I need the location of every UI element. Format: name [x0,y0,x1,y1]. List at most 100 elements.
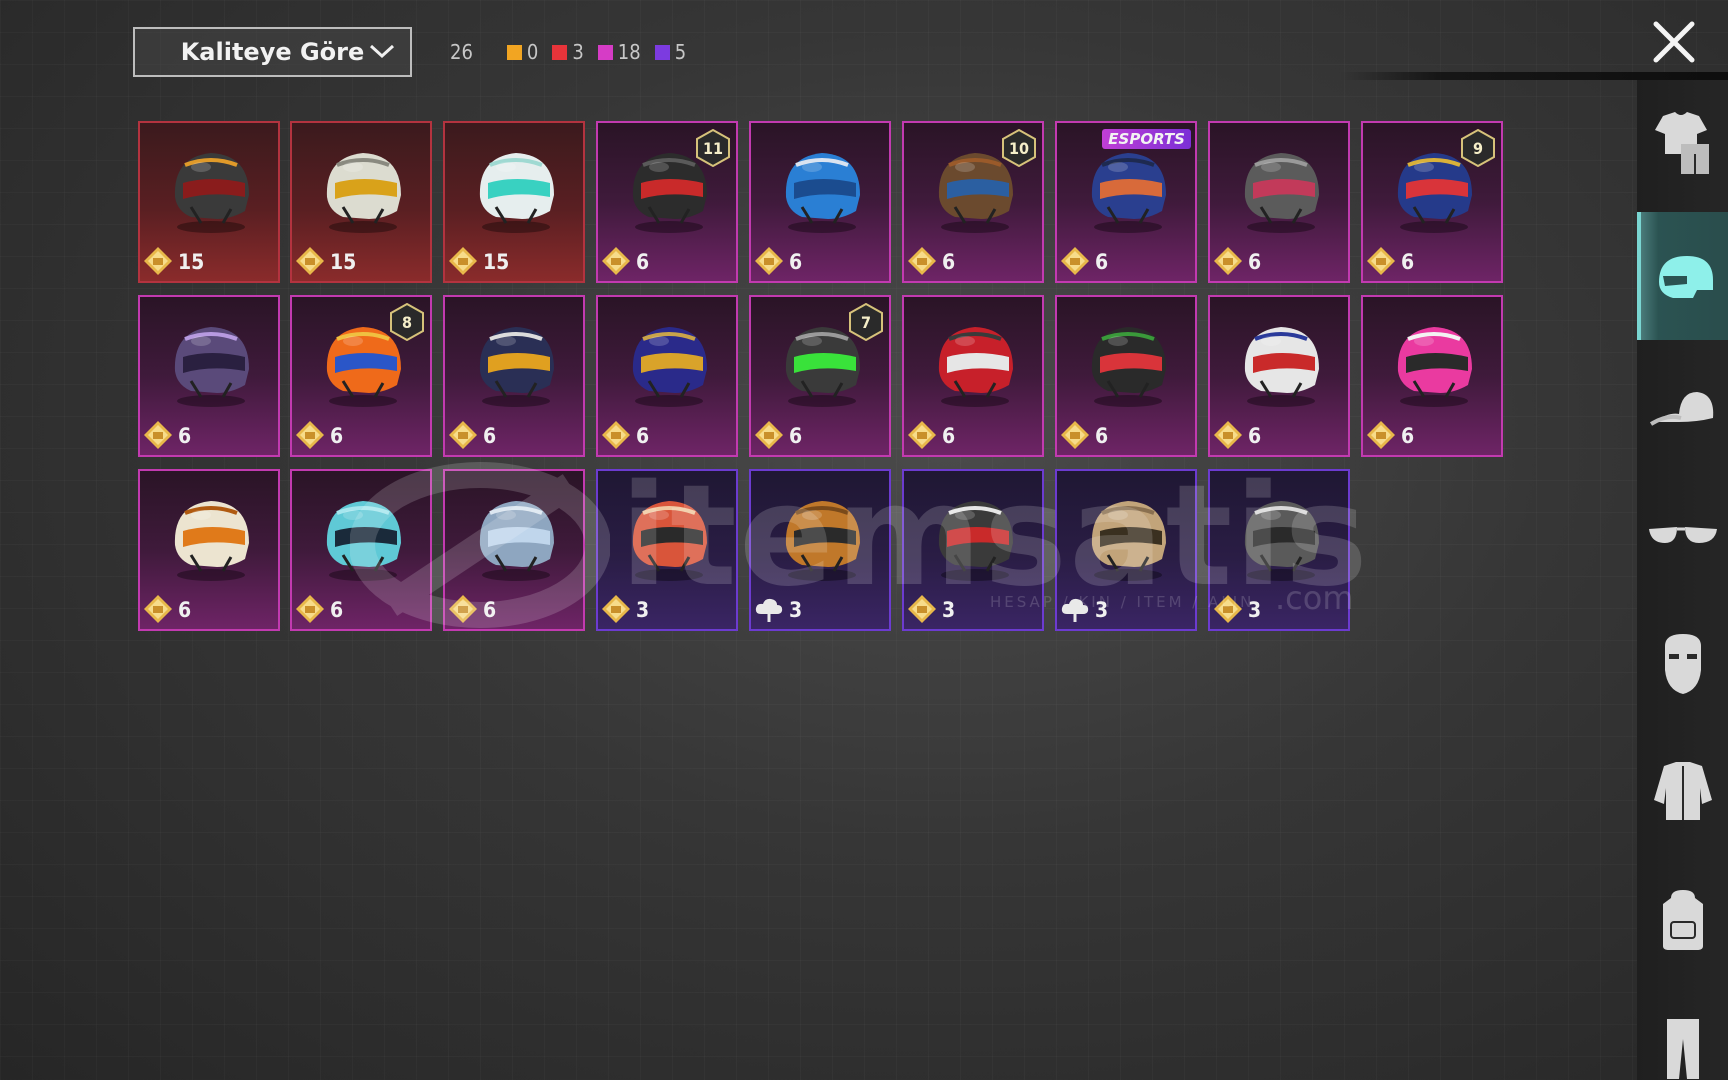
helmet-art-icon [326,153,401,233]
level-number: 9 [1472,138,1483,158]
close-icon[interactable] [1650,18,1698,66]
inventory-item[interactable]: 3 [902,469,1044,631]
helmet-art-icon [632,327,707,407]
coin-icon [1061,247,1089,275]
item-value: 6 [1248,424,1262,448]
item-value: 6 [1401,250,1415,274]
tab-glasses[interactable] [1637,472,1728,600]
item-value: 6 [942,424,956,448]
tab-backpack[interactable] [1637,856,1728,984]
inventory-item[interactable]: 6 [138,295,280,457]
inventory-item[interactable]: 3 [596,469,738,631]
rarity-swatch [597,44,613,60]
inventory-item[interactable]: 6 11 [596,121,738,283]
inventory-item[interactable]: 3 [1208,469,1350,631]
item-value: 6 [1095,250,1109,274]
coin-icon [449,595,477,623]
coin-icon [449,247,477,275]
rarity-count: 0 [506,40,539,64]
item-value: 6 [942,250,956,274]
item-value: 6 [1248,250,1262,274]
level-number: 11 [702,138,724,158]
pants-icon [1666,1019,1699,1079]
inventory-item[interactable]: 6 10 [902,121,1044,283]
helmet-art-icon [174,501,249,581]
item-value: 6 [178,424,192,448]
helmet-art-icon [479,501,554,581]
rarity-swatch [552,44,568,60]
inventory-item[interactable]: 6 [290,469,432,631]
helmet-art-icon [785,501,860,581]
inventory-item[interactable]: 6 [902,295,1044,457]
coin-icon [1367,421,1395,449]
header-divider [1340,72,1728,80]
coin-icon [602,421,630,449]
inventory-item[interactable]: 6 ESPORTS [1055,121,1197,283]
level-number: 10 [1008,138,1030,158]
helmet-art-icon [479,153,554,233]
inventory-item[interactable]: 3 [749,469,891,631]
inventory-item[interactable]: 6 [443,295,585,457]
inventory-item[interactable]: 6 [1055,295,1197,457]
tab-hat[interactable] [1637,344,1728,472]
item-value: 6 [330,598,344,622]
inventory-item[interactable]: 6 [1361,295,1503,457]
coin-icon [1214,595,1242,623]
helmet-art-icon [785,153,860,233]
rarity-swatch [506,44,522,60]
item-value: 6 [636,250,650,274]
item-value: 3 [942,598,956,622]
item-value: 6 [483,424,497,448]
inventory-item[interactable]: 6 [596,295,738,457]
item-value: 15 [178,250,205,274]
helmet-art-icon [632,501,707,581]
inventory-item[interactable]: 6 8 [290,295,432,457]
item-value: 6 [789,250,803,274]
tab-jacket[interactable] [1637,728,1728,856]
cloud-icon [1061,598,1089,622]
coin-icon [602,595,630,623]
inventory-item[interactable]: 6 [1208,295,1350,457]
coin-icon [144,247,172,275]
rarity-count: 3 [552,40,584,64]
inventory-item[interactable]: 6 [443,469,585,631]
inventory-item[interactable]: 6 9 [1361,121,1503,283]
helmet-art-icon [479,327,554,407]
helmet-art-icon [1244,501,1319,581]
tab-helmet[interactable] [1637,212,1728,340]
coin-icon [908,247,936,275]
tab-outfit[interactable] [1637,80,1728,208]
item-value: 3 [636,598,650,622]
item-value: 6 [483,598,497,622]
inventory-item[interactable]: 15 [138,121,280,283]
rarity-count: 18 [597,40,641,64]
inventory-item[interactable]: 15 [443,121,585,283]
tab-mask[interactable] [1637,600,1728,728]
inventory-item[interactable]: 6 [138,469,280,631]
cloud-icon [755,598,783,622]
level-number: 7 [860,312,871,332]
item-value: 15 [483,250,510,274]
helmet-art-icon [1091,327,1166,407]
inventory-item[interactable]: 6 [749,121,891,283]
coin-icon [1214,421,1242,449]
tab-pants[interactable] [1637,984,1728,1080]
inventory-item[interactable]: 15 [290,121,432,283]
item-value: 6 [1095,424,1109,448]
coin-icon [449,421,477,449]
sort-dropdown[interactable]: Kaliteye Göre [133,27,412,77]
inventory-item[interactable]: 3 [1055,469,1197,631]
rarity-count-value: 3 [572,40,584,64]
backpack-icon [1662,890,1703,950]
level-badge: 9 [1461,128,1495,168]
rarity-count-value: 0 [526,40,539,64]
item-value: 3 [789,598,803,622]
level-badge: 8 [390,302,424,342]
helmet-art-icon [1091,501,1166,581]
helmet-art-icon [1091,153,1166,233]
inventory-item[interactable]: 6 [1208,121,1350,283]
coin-icon [755,421,783,449]
sort-label: Kaliteye Göre [180,38,365,66]
helmet-art-icon [174,327,249,407]
inventory-item[interactable]: 6 7 [749,295,891,457]
